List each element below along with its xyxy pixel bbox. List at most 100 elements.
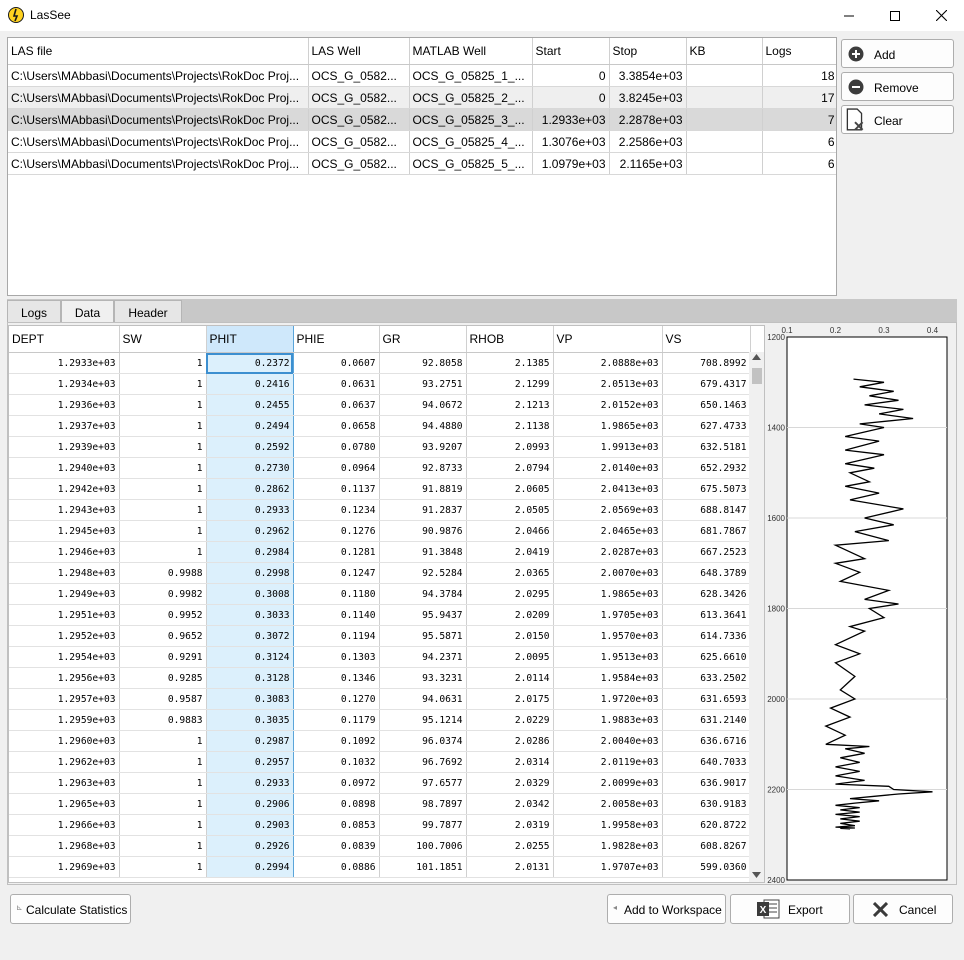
data-table-cell[interactable]: 636.6716 [662, 730, 751, 752]
data-table-cell[interactable]: 0.1247 [293, 562, 380, 584]
data-table-row[interactable]: 1.2937e+03 1 0.2494 0.0658 94.4880 2.1138 1.98… [9, 415, 751, 437]
scrollbar-thumb[interactable] [752, 368, 762, 384]
data-table-cell[interactable]: 1 [119, 541, 207, 563]
data-table-row[interactable]: 1.2939e+03 1 0.2592 0.0780 93.9207 2.0993 1.99… [9, 436, 751, 458]
data-table-cell[interactable]: 0.9652 [119, 625, 207, 647]
data-table-cell[interactable]: 1.2939e+03 [9, 436, 120, 458]
file-table-cell[interactable]: 18 [762, 64, 836, 87]
data-table-row[interactable]: 1.2957e+03 0.9587 0.3083 0.1270 94.0631 2.017… [9, 688, 751, 710]
data-table-cell[interactable]: 2.0058e+03 [553, 793, 663, 815]
data-table-cell[interactable]: 1.2936e+03 [9, 394, 120, 416]
data-table-cell[interactable]: 1.2960e+03 [9, 730, 120, 752]
log-data-table[interactable]: DEPT SW PHIT PHIE GR RHOB VP VS 1.2933e+03 1 0.23… [8, 325, 765, 883]
data-table-cell[interactable]: 2.0099e+03 [553, 772, 663, 794]
data-table-cell[interactable]: 0.2987 [205, 730, 294, 752]
data-table-cell[interactable]: 1.2951e+03 [9, 604, 120, 626]
data-table-row[interactable]: 1.2956e+03 0.9285 0.3128 0.1346 93.3231 2.011… [9, 667, 751, 689]
data-table-cell[interactable]: 0.3033 [205, 604, 294, 626]
data-table-cell[interactable]: 2.0993 [466, 436, 554, 458]
minimize-button[interactable] [826, 0, 872, 31]
data-table-cell[interactable]: 2.1213 [466, 394, 554, 416]
data-table-cell[interactable]: 0.1346 [293, 667, 380, 689]
data-col-header[interactable]: PHIE [293, 326, 380, 353]
data-table-cell[interactable]: 2.0255 [466, 835, 554, 857]
data-table-cell[interactable]: 1.9720e+03 [553, 688, 663, 710]
data-table-cell[interactable]: 1 [119, 751, 207, 773]
data-table-cell[interactable]: 648.3789 [662, 562, 751, 584]
data-table-cell[interactable]: 1.2962e+03 [9, 751, 120, 773]
data-table-cell[interactable]: 92.5284 [379, 562, 467, 584]
data-table-cell[interactable]: 2.0319 [466, 814, 554, 836]
data-table-cell[interactable]: 1 [119, 415, 207, 437]
data-table-cell[interactable]: 0.0780 [293, 436, 380, 458]
data-table-cell[interactable]: 599.0360 [662, 856, 751, 878]
data-table-cell[interactable]: 1.2963e+03 [9, 772, 120, 794]
data-table-cell[interactable]: 0.1140 [293, 604, 380, 626]
file-col-header[interactable]: LAS file [8, 38, 309, 65]
data-table-cell[interactable]: 1.2959e+03 [9, 709, 120, 731]
data-table-cell[interactable]: 1.9584e+03 [553, 667, 663, 689]
data-table-cell[interactable]: 708.8992 [662, 352, 751, 374]
data-table-cell[interactable]: 632.5181 [662, 436, 751, 458]
data-table-cell[interactable]: 0.9883 [119, 709, 207, 731]
data-table-cell[interactable]: 0.2933 [205, 772, 294, 794]
remove-button[interactable]: Remove [841, 72, 954, 101]
data-table-cell[interactable]: 1.2933e+03 [9, 352, 120, 374]
data-table-cell[interactable]: 0.2455 [205, 394, 294, 416]
data-table-cell[interactable]: 627.4733 [662, 415, 751, 437]
data-table-cell[interactable]: 0.2416 [205, 373, 294, 395]
data-table-cell[interactable]: 2.0513e+03 [553, 373, 663, 395]
file-table-cell[interactable]: 7 [762, 108, 836, 131]
file-table-cell[interactable] [686, 152, 763, 175]
file-table-cell[interactable]: 2.2586e+03 [609, 130, 687, 153]
data-table-cell[interactable]: 0.0637 [293, 394, 380, 416]
data-table-cell[interactable]: 1.9707e+03 [553, 856, 663, 878]
file-table-cell[interactable] [686, 86, 763, 109]
data-table-row[interactable]: 1.2949e+03 0.9982 0.3008 0.1180 94.3784 2.029… [9, 583, 751, 605]
data-table-cell[interactable]: 94.0631 [379, 688, 467, 710]
data-table-cell[interactable]: 1 [119, 520, 207, 542]
data-table-cell[interactable]: 2.0465e+03 [553, 520, 663, 542]
file-table-row[interactable]: C:\Users\MAbbasi\Documents\Projects\RokD… [8, 130, 836, 153]
data-table-cell[interactable]: 2.0152e+03 [553, 394, 663, 416]
close-button[interactable] [918, 0, 964, 31]
data-table-cell[interactable]: 1 [119, 436, 207, 458]
data-table-row[interactable]: 1.2968e+03 1 0.2926 0.0839 100.7006 2.0255 1.9… [9, 835, 751, 857]
data-table-cell[interactable]: 0.1194 [293, 625, 380, 647]
data-table-cell[interactable]: 688.8147 [662, 499, 751, 521]
file-table-cell[interactable] [686, 64, 763, 87]
data-table-cell[interactable]: 0.2962 [205, 520, 294, 542]
data-table-cell[interactable]: 0.1180 [293, 583, 380, 605]
data-table-cell[interactable]: 2.1138 [466, 415, 554, 437]
data-table-cell[interactable]: 2.0295 [466, 583, 554, 605]
data-table-cell[interactable]: 90.9876 [379, 520, 467, 542]
data-table-cell[interactable]: 633.2502 [662, 667, 751, 689]
data-table-cell[interactable]: 0.1276 [293, 520, 380, 542]
data-table-cell[interactable]: 0.0839 [293, 835, 380, 857]
file-table-cell[interactable]: OCS_G_05825_4_... [409, 130, 533, 153]
data-table-cell[interactable]: 0.2862 [205, 478, 294, 500]
data-table-cell[interactable]: 0.2372 [205, 352, 294, 374]
file-table-cell[interactable]: OCS_G_0582... [308, 152, 410, 175]
data-table-row[interactable]: 1.2963e+03 1 0.2933 0.0972 97.6577 2.0329 2.00… [9, 772, 751, 794]
data-table-cell[interactable]: 100.7006 [379, 835, 467, 857]
data-table-cell[interactable]: 679.4317 [662, 373, 751, 395]
data-table-cell[interactable]: 2.0329 [466, 772, 554, 794]
data-table-cell[interactable]: 0.9285 [119, 667, 207, 689]
data-table-cell[interactable]: 0.1281 [293, 541, 380, 563]
data-table-cell[interactable]: 640.7033 [662, 751, 751, 773]
data-table-cell[interactable]: 2.0287e+03 [553, 541, 663, 563]
data-table-cell[interactable]: 2.0286 [466, 730, 554, 752]
data-table-cell[interactable]: 0.0658 [293, 415, 380, 437]
data-table-cell[interactable]: 94.3784 [379, 583, 467, 605]
file-table-cell[interactable]: C:\Users\MAbbasi\Documents\Projects\RokD… [8, 64, 309, 87]
data-table-cell[interactable]: 0.1179 [293, 709, 380, 731]
data-table-cell[interactable]: 0.3083 [205, 688, 294, 710]
data-table-cell[interactable]: 0.1234 [293, 499, 380, 521]
data-table-cell[interactable]: 0.1303 [293, 646, 380, 668]
data-table-cell[interactable]: 1.2954e+03 [9, 646, 120, 668]
data-table-cell[interactable]: 1 [119, 772, 207, 794]
data-table-cell[interactable]: 1 [119, 457, 207, 479]
data-table-cell[interactable]: 1.9570e+03 [553, 625, 663, 647]
data-table-row[interactable]: 1.2936e+03 1 0.2455 0.0637 94.0672 2.1213 2.01… [9, 394, 751, 416]
